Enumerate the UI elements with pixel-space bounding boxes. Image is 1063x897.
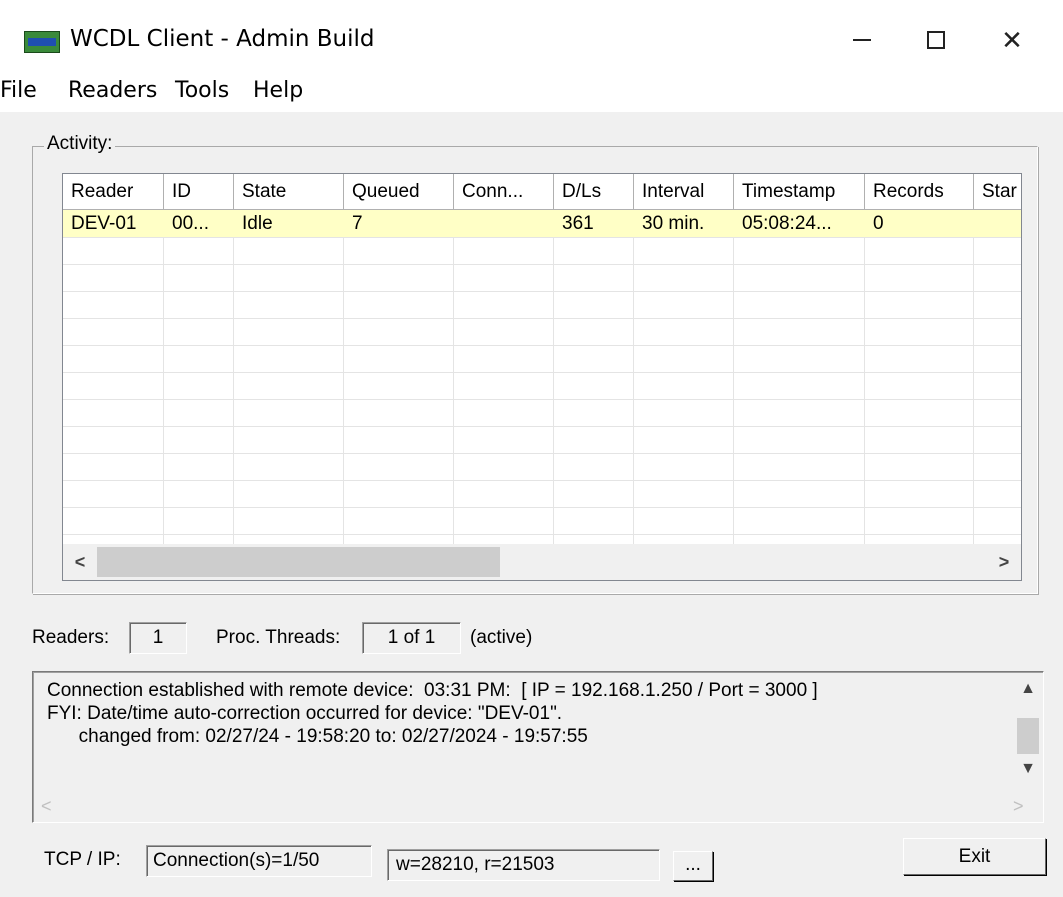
menu-file[interactable]: File	[0, 78, 37, 103]
minimize-icon	[853, 39, 871, 41]
maximize-icon	[927, 31, 945, 49]
close-icon: ✕	[1001, 24, 1023, 55]
threads-note: (active)	[470, 627, 533, 648]
column-interval[interactable]: Interval	[634, 174, 734, 210]
menu-readers[interactable]: Readers	[68, 78, 157, 103]
cell-queued: 7	[352, 213, 363, 234]
log-scroll-right-icon[interactable]: >	[1013, 796, 1024, 817]
log-scroll-left-icon[interactable]: <	[41, 796, 52, 817]
activity-label: Activity:	[44, 133, 116, 155]
cell-conn	[454, 210, 554, 237]
activity-list[interactable]: Reader ID State Queued Conn... D/Ls Inte…	[62, 173, 1022, 581]
title-bar[interactable]: WCDL Client - Admin Build ✕	[0, 8, 1063, 72]
log-box[interactable]: Connection established with remote devic…	[32, 671, 1044, 823]
column-records[interactable]: Records	[865, 174, 974, 210]
threads-label: Proc. Threads:	[216, 627, 341, 648]
cell-records: 0	[873, 213, 884, 234]
log-vertical-scrollbar[interactable]: ▲ ▼	[1013, 672, 1043, 790]
readers-label: Readers:	[32, 627, 110, 648]
cell-id: 00...	[172, 213, 209, 234]
menu-help[interactable]: Help	[253, 78, 303, 103]
close-button[interactable]: ✕	[982, 18, 1042, 62]
log-line: changed from: 02/27/24 - 19:58:20 to: 02…	[47, 726, 588, 747]
log-scroll-thumb[interactable]	[1017, 718, 1039, 754]
log-line: Connection established with remote devic…	[47, 680, 818, 701]
cell-star	[974, 210, 1021, 237]
connections-field: Connection(s)=1/50	[146, 845, 372, 877]
list-header: Reader ID State Queued Conn... D/Ls Inte…	[63, 174, 1021, 210]
column-star[interactable]: Star	[974, 174, 1021, 210]
rw-field: w=28210, r=21503	[387, 849, 660, 881]
exit-button[interactable]: Exit	[903, 838, 1046, 875]
cell-dls: 361	[562, 213, 594, 234]
cell-timestamp: 05:08:24...	[742, 213, 832, 234]
log-line: FYI: Date/time auto-correction occurred …	[47, 703, 563, 724]
threads-count: 1 of 1	[362, 622, 461, 654]
cell-interval: 30 min.	[642, 213, 705, 234]
scroll-left-icon[interactable]: <	[63, 544, 97, 580]
log-horizontal-scrollbar[interactable]: < >	[33, 790, 1043, 822]
cell-state: Idle	[242, 213, 273, 234]
table-row[interactable]: DEV-01 00... Idle 7 361 30 min. 05:08:24…	[63, 210, 1021, 237]
tcp-ip-label: TCP / IP:	[44, 849, 121, 870]
column-conn[interactable]: Conn...	[454, 174, 554, 210]
wcdl-app-icon	[24, 31, 60, 53]
scroll-down-icon[interactable]: ▼	[1013, 760, 1043, 778]
cell-reader: DEV-01	[71, 213, 137, 234]
column-id[interactable]: ID	[164, 174, 234, 210]
column-queued[interactable]: Queued	[344, 174, 454, 210]
column-reader[interactable]: Reader	[63, 174, 164, 210]
menu-tools[interactable]: Tools	[175, 78, 229, 103]
column-dls[interactable]: D/Ls	[554, 174, 634, 210]
scroll-up-icon[interactable]: ▲	[1013, 680, 1043, 698]
window-title: WCDL Client - Admin Build	[70, 26, 375, 52]
column-state[interactable]: State	[234, 174, 344, 210]
top-strip	[0, 0, 1063, 8]
scroll-right-icon[interactable]: >	[987, 544, 1021, 580]
menu-bar: File Readers Tools Help	[0, 72, 1063, 112]
minimize-button[interactable]	[832, 18, 892, 62]
app-window: WCDL Client - Admin Build ✕ File Readers…	[0, 0, 1063, 897]
list-horizontal-scrollbar[interactable]: < >	[63, 544, 1021, 580]
readers-count: 1	[129, 622, 187, 654]
more-button[interactable]: ...	[673, 851, 713, 881]
scroll-thumb[interactable]	[97, 547, 500, 577]
column-timestamp[interactable]: Timestamp	[734, 174, 865, 210]
maximize-button[interactable]	[906, 18, 966, 62]
